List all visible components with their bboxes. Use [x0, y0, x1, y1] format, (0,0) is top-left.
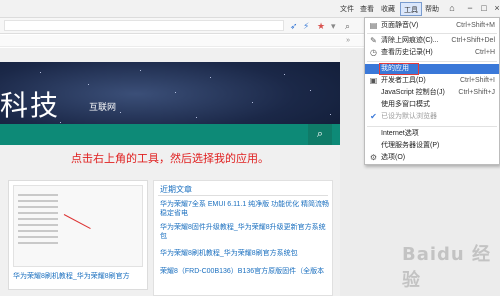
lightning-icon[interactable]: ⚡: [303, 21, 309, 31]
address-bar[interactable]: [4, 20, 284, 31]
newspaper-icon: ▤: [369, 21, 378, 30]
menu-item-js-console[interactable]: JavaScript 控制台(J) Ctrl+Shift+J: [365, 88, 499, 98]
thumbnail-card[interactable]: 华为荣耀8刷机教程_华为荣耀8刷官方: [8, 180, 148, 290]
recent-articles-heading: 近期文章: [160, 185, 192, 194]
list-item[interactable]: 荣耀8（FRD-C00B136）B136官方原版固件（全版本: [160, 267, 330, 276]
list-item[interactable]: 华为荣耀7全系 EMUI 6.11.1 纯净版 功能优化 精简流畅 稳定省电: [160, 200, 330, 218]
menu-item-clear-traces[interactable]: ✎ 清除上网痕迹(C)... Ctrl+Shift+Del: [365, 36, 499, 46]
more-icon[interactable]: »: [346, 37, 350, 44]
rocket-icon[interactable]: ➶: [290, 21, 298, 31]
search-icon[interactable]: ⌕: [345, 21, 350, 31]
screenshot-thumbnail[interactable]: [13, 185, 143, 267]
list-item[interactable]: 华为荣耀8固件升级教程_华为荣耀8升级更新官方系统包: [160, 223, 330, 241]
menu-help[interactable]: 帮助: [425, 4, 439, 14]
broom-icon: ✎: [370, 36, 377, 45]
recent-articles: 近期文章 华为荣耀7全系 EMUI 6.11.1 纯净版 功能优化 精简流畅 稳…: [153, 180, 333, 296]
tools-dropdown-menu: ▤ 页面静音(V) Ctrl+Shift+M ✎ 清除上网痕迹(C)... Ct…: [364, 17, 500, 165]
menu-favorites[interactable]: 收藏: [381, 4, 395, 14]
dropdown-arrow-icon[interactable]: ▾: [331, 21, 336, 31]
thumbnail-caption[interactable]: 华为荣耀8刷机教程_华为荣耀8刷官方: [13, 272, 147, 281]
site-title: 科技: [0, 89, 61, 122]
site-subtitle: 互联网: [89, 103, 117, 113]
menu-view[interactable]: 查看: [360, 4, 374, 14]
menu-item-history[interactable]: ◷ 查看历史记录(H) Ctrl+H: [365, 48, 499, 58]
menu-file[interactable]: 文件: [340, 4, 354, 14]
skin-icon[interactable]: ⌂: [444, 2, 460, 14]
menu-item-dev-tools[interactable]: ▣ 开发者工具(D) Ctrl+Shift+I: [365, 76, 499, 86]
menu-item-default-browser: ✔ 已设为默认浏览器: [370, 112, 437, 121]
instruction-text: 点击右上角的工具，然后选择我的应用。: [71, 153, 269, 165]
star-icon[interactable]: ★: [317, 21, 325, 31]
history-icon: ◷: [370, 48, 377, 57]
highlight-box: [379, 63, 419, 75]
baidu-watermark: Baidu 经验: [402, 244, 492, 291]
list-item[interactable]: 华为荣耀8刷机教程_华为荣耀8刷官方系统包: [160, 249, 330, 258]
menu-item-options[interactable]: ⚙ 选项(O): [365, 153, 499, 163]
search-strip: ⌕: [0, 124, 340, 145]
menu-item-mute[interactable]: ▤ 页面静音(V) Ctrl+Shift+M: [365, 21, 499, 31]
check-icon: ✔: [370, 112, 377, 121]
gear-icon: ⚙: [369, 153, 378, 162]
close-icon[interactable]: ×: [489, 2, 500, 14]
site-search-button[interactable]: ⌕: [308, 124, 332, 145]
browser-menubar: 文件 查看 收藏 工具 帮助 ⌂ − □ ×: [0, 0, 500, 18]
menu-item-multi-window[interactable]: 使用多窗口模式: [365, 100, 499, 110]
menu-item-proxy[interactable]: 代理服务器设置(P): [365, 141, 499, 151]
menu-tools[interactable]: 工具: [400, 2, 422, 16]
menu-item-internet-options[interactable]: Internet选项: [365, 129, 499, 139]
code-icon: ▣: [369, 76, 378, 85]
